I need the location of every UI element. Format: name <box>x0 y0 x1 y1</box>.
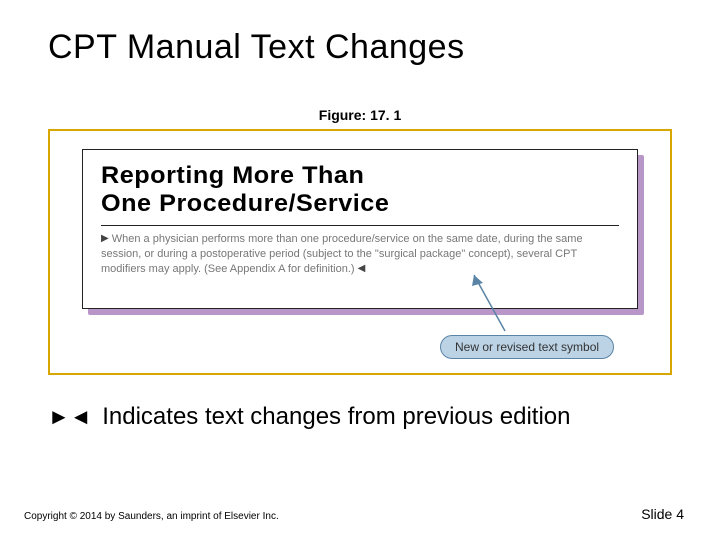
end-triangle-icon: ◀ <box>358 262 366 276</box>
figure-frame: Reporting More Than One Procedure/Servic… <box>48 129 672 375</box>
callout-box: Reporting More Than One Procedure/Servic… <box>82 149 638 309</box>
callout-container: Reporting More Than One Procedure/Servic… <box>82 149 638 309</box>
figure-label: Figure: 17. 1 <box>0 107 720 123</box>
start-triangle-icon: ▶ <box>101 232 109 246</box>
copyright-text: Copyright © 2014 by Saunders, an imprint… <box>24 511 279 522</box>
callout-heading-line1: Reporting More Than <box>101 162 364 189</box>
triangle-pair-icon: ►◄ <box>48 404 92 429</box>
pointer-arrow-icon <box>450 261 530 341</box>
divider <box>101 225 619 226</box>
info-pill: New or revised text symbol <box>440 335 614 359</box>
note-text: Indicates text changes from previous edi… <box>96 403 571 430</box>
slide-number: Slide 4 <box>641 506 684 522</box>
note-line: ►◄ Indicates text changes from previous … <box>48 403 720 431</box>
slide: CPT Manual Text Changes Figure: 17. 1 Re… <box>0 0 720 540</box>
page-title: CPT Manual Text Changes <box>0 0 720 67</box>
callout-heading-line2: One Procedure/Service <box>101 190 389 217</box>
callout-heading: Reporting More Than One Procedure/Servic… <box>101 162 645 217</box>
callout-body: ▶ When a physician performs more than on… <box>101 232 619 277</box>
